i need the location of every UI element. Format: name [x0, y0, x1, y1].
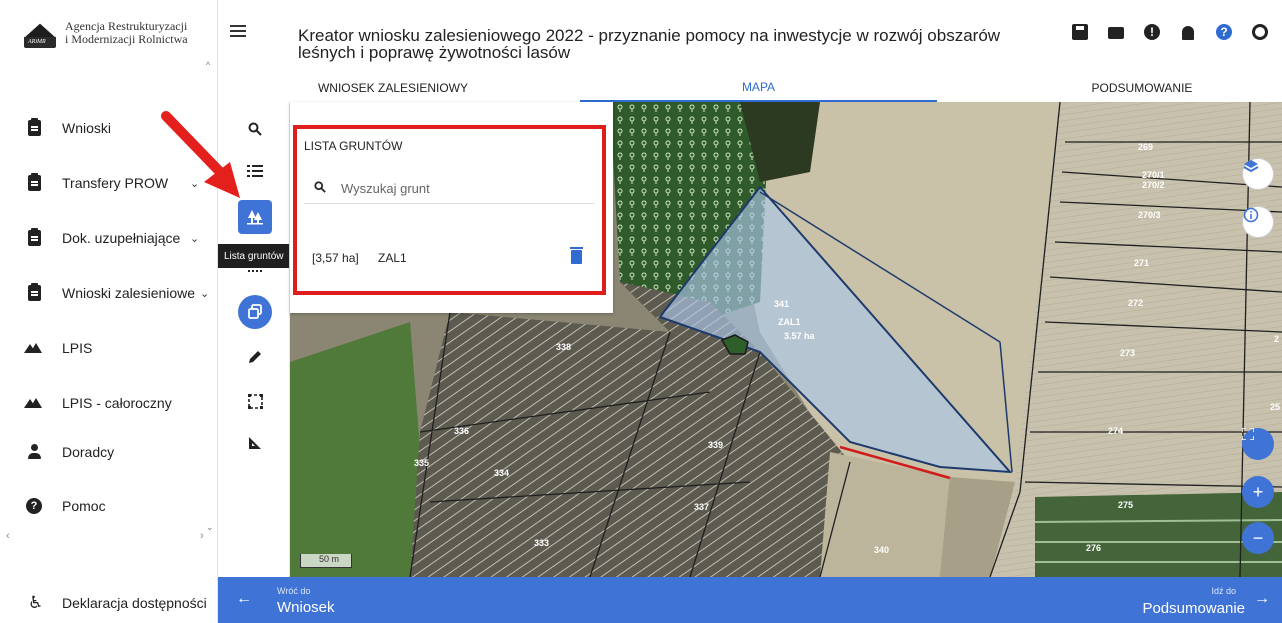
- parcel-label: 334: [494, 468, 510, 478]
- sidebar-item-label: Transfery PROW: [62, 175, 169, 191]
- parcel-label: 25: [1270, 402, 1281, 412]
- parcel-label: 271: [1134, 258, 1150, 268]
- parcel-label: 340: [874, 545, 890, 555]
- tab-podsumowanie[interactable]: PODSUMOWANIE: [1017, 74, 1267, 102]
- next-button[interactable]: Idź do Podsumowanie →: [1062, 577, 1282, 623]
- person-icon: [26, 443, 42, 461]
- clipboard-icon: [26, 228, 42, 247]
- hamburger-menu-icon[interactable]: [230, 25, 246, 39]
- sidebar: ARiMR Agencja Restrukturyzacji i Moderni…: [0, 0, 218, 623]
- parcel-label: 276: [1086, 543, 1102, 553]
- scale-bar: 50 m: [300, 554, 352, 568]
- sidebar-horizontal-scrollbar[interactable]: ‹ ›: [0, 530, 218, 544]
- measure-icon[interactable]: [238, 426, 272, 460]
- parcel-label: 275: [1118, 500, 1134, 510]
- parcel-label: 337: [694, 502, 710, 512]
- sidebar-item-label: Wnioski zalesieniowe: [62, 285, 196, 301]
- layers-icon[interactable]: [1242, 158, 1274, 190]
- mountain-icon: [24, 339, 42, 357]
- parcel-label: 2: [1274, 334, 1280, 344]
- parcel-label: 273: [1120, 348, 1136, 358]
- logo[interactable]: ARiMR Agencja Restrukturyzacji i Moderni…: [24, 20, 188, 48]
- fullscreen-icon[interactable]: [1242, 428, 1274, 460]
- app-window: ARiMR Agencja Restrukturyzacji i Moderni…: [0, 0, 1282, 623]
- header: Kreator wniosku zalesieniowego 2022 - pr…: [218, 0, 1282, 102]
- zoom-in-icon[interactable]: +: [1242, 476, 1274, 508]
- page-title: Kreator wniosku zalesieniowego 2022 - pr…: [298, 26, 1001, 62]
- next-caption: Idź do: [1211, 586, 1236, 596]
- bell-icon[interactable]: [1180, 24, 1196, 40]
- sidebar-item-label: Dok. uzupełniające: [62, 230, 181, 246]
- tab-bar: WNIOSEK ZALESIENIOWY MAPA PODSUMOWANIE: [288, 74, 1282, 102]
- sidebar-item-dok-uzupelniajace[interactable]: Dok. uzupełniające ⌄: [0, 218, 215, 258]
- arrow-right-icon: →: [1254, 590, 1270, 607]
- sidebar-item-lpis[interactable]: LPIS: [0, 328, 215, 368]
- parcel-label: 272: [1128, 298, 1144, 308]
- accessibility-label: Deklaracja dostępności: [62, 595, 207, 611]
- tooltip: Lista gruntów: [218, 244, 290, 268]
- tab-mapa[interactable]: MAPA: [580, 74, 937, 102]
- sidebar-item-label: Pomoc: [62, 498, 106, 514]
- red-arrow-icon: [161, 111, 240, 198]
- parcel-label: 270/3: [1138, 210, 1161, 220]
- back-button[interactable]: ← Wróć do Wniosek: [218, 577, 418, 623]
- sidebar-item-pomoc[interactable]: ? Pomoc: [0, 486, 215, 526]
- parcel-label: 333: [534, 538, 550, 548]
- parcel-label: 270/2: [1142, 180, 1165, 190]
- wheelchair-icon: ♿: [28, 593, 44, 612]
- sidebar-item-wnioski-zalesieniowe[interactable]: Wnioski zalesieniowe ⌄: [0, 273, 215, 313]
- parcel-label: 336: [454, 426, 470, 436]
- highlight-frame: [293, 125, 606, 295]
- parcel-label: 338: [556, 342, 572, 352]
- parcel-label: 270/1: [1142, 170, 1165, 180]
- clipboard-icon: [26, 118, 42, 137]
- parcel-label: 274: [1108, 426, 1124, 436]
- clipboard-icon: [26, 283, 42, 302]
- clipboard-icon: [26, 173, 42, 192]
- info-icon[interactable]: [1242, 206, 1274, 238]
- sidebar-item-doradcy[interactable]: Doradcy: [0, 432, 215, 472]
- copy-icon[interactable]: [238, 295, 272, 329]
- user-icon[interactable]: [1252, 24, 1268, 40]
- chevron-down-icon: ⌄: [200, 287, 210, 300]
- pencil-icon[interactable]: [238, 340, 272, 374]
- parcel-label: 341: [774, 299, 790, 309]
- selected-parcel-label: ZAL1: [778, 317, 801, 327]
- arrow-left-icon: ←: [236, 590, 252, 607]
- help-icon[interactable]: ?: [1216, 24, 1232, 40]
- save-icon[interactable]: [1072, 24, 1088, 40]
- sidebar-item-label: Doradcy: [62, 444, 115, 460]
- scroll-right-icon[interactable]: ›: [200, 530, 204, 542]
- sidebar-item-label: LPIS: [62, 340, 93, 356]
- accessibility-declaration-link[interactable]: ♿ Deklaracja dostępności: [0, 583, 218, 623]
- selected-parcel-area: 3.57 ha: [784, 331, 815, 341]
- print-icon[interactable]: [1108, 24, 1124, 40]
- next-label: Podsumowanie: [1142, 600, 1245, 617]
- sidebar-scroll-up-icon[interactable]: ^: [206, 60, 210, 70]
- chevron-down-icon: ⌄: [190, 232, 200, 245]
- help-icon: ?: [26, 497, 42, 515]
- sidebar-item-label: Wnioski: [62, 120, 112, 136]
- scroll-left-icon[interactable]: ‹: [6, 530, 10, 542]
- zoom-out-icon[interactable]: −: [1242, 522, 1274, 554]
- select-area-icon[interactable]: [238, 384, 272, 418]
- back-label: Wniosek: [277, 599, 335, 616]
- tab-wniosek-zalesieniowy[interactable]: WNIOSEK ZALESIENIOWY: [288, 74, 498, 102]
- logo-line-2: i Modernizacji Rolnictwa: [65, 32, 188, 46]
- sidebar-item-lpis-caloroczny[interactable]: LPIS - całoroczny: [0, 383, 215, 423]
- sidebar-item-label: LPIS - całoroczny: [62, 395, 172, 411]
- arimr-logo-icon: ARiMR: [24, 20, 56, 48]
- bottom-navigation-bar: ← Wróć do Wniosek Idź do Podsumowanie →: [218, 577, 1282, 623]
- parcel-label: 339: [708, 440, 724, 450]
- parcel-label: 335: [414, 458, 430, 468]
- parcel-label: 269: [1138, 142, 1154, 152]
- alert-icon[interactable]: !: [1144, 24, 1160, 40]
- header-toolbar: ! ?: [1072, 24, 1282, 40]
- mountain-icon: [24, 394, 42, 412]
- back-caption: Wróć do: [277, 586, 311, 596]
